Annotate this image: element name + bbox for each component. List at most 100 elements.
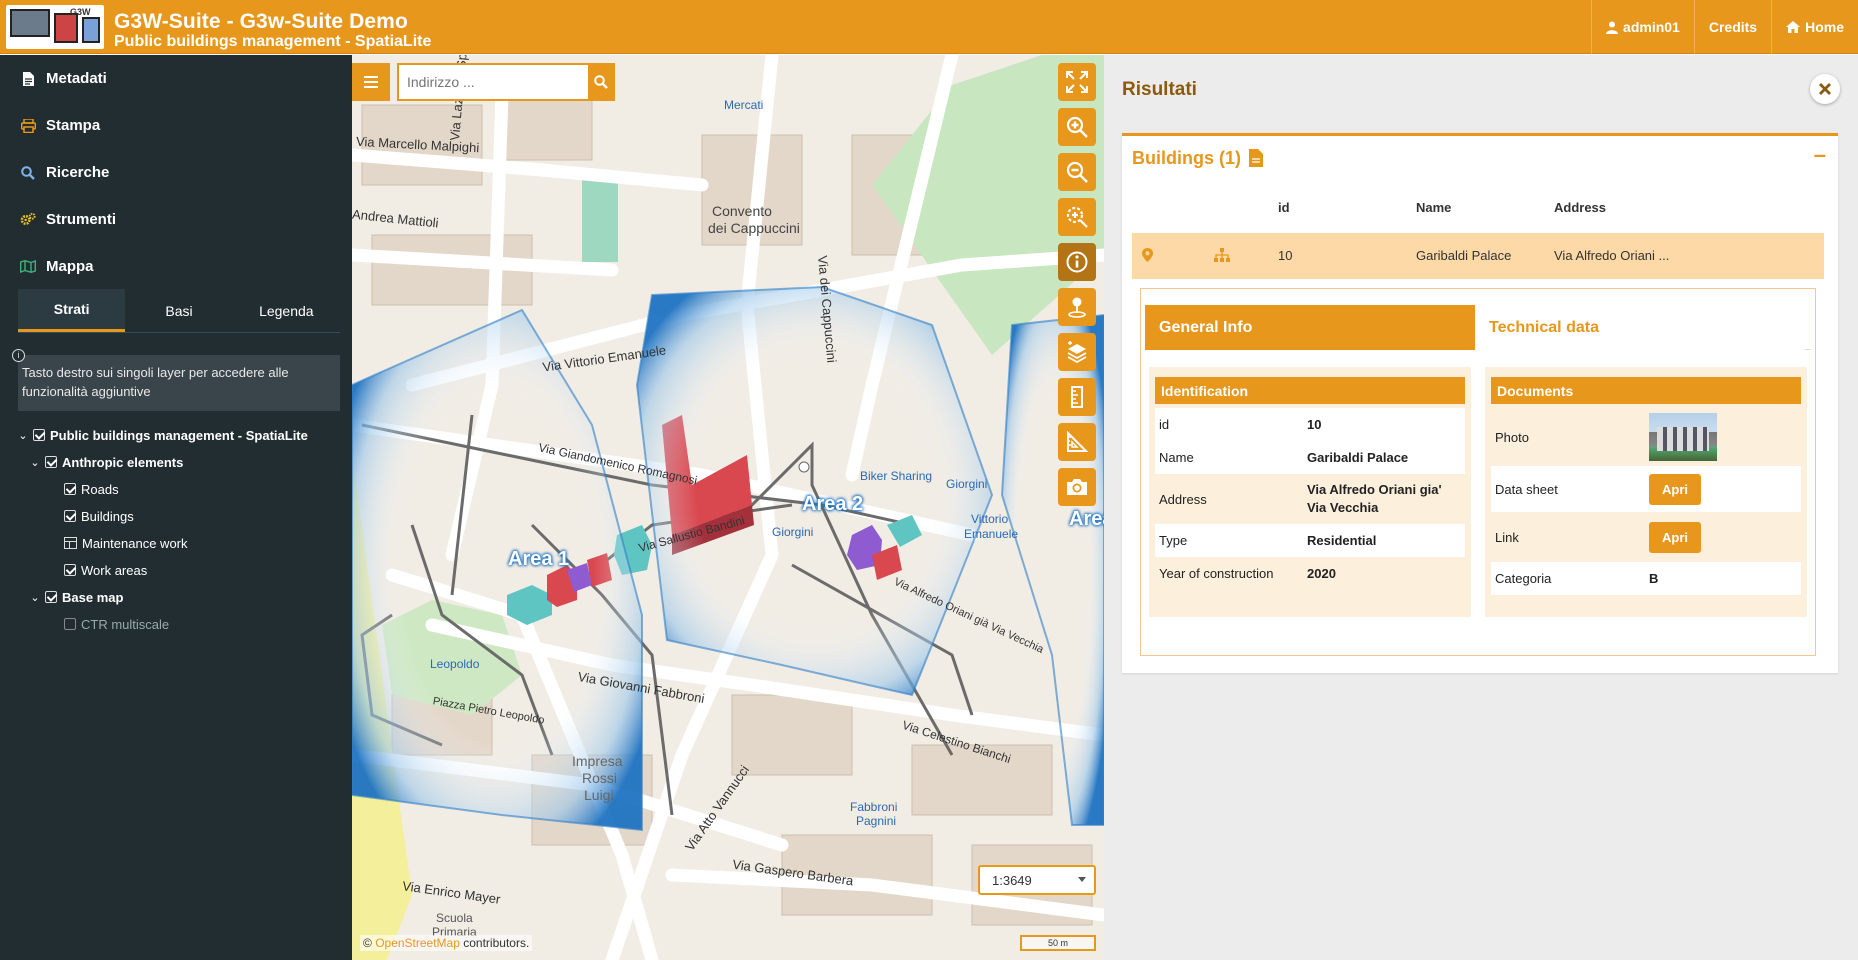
table-row[interactable]: 10 Garibaldi Palace Via Alfredo Oriani .… (1132, 233, 1824, 279)
building-photo[interactable] (1649, 413, 1717, 461)
address-search-button[interactable] (588, 65, 613, 99)
layer-checkbox[interactable] (45, 591, 57, 603)
ruler-icon (1071, 386, 1083, 408)
sidebar-item-stampa[interactable]: Stampa (0, 102, 352, 149)
screenshot-button[interactable] (1058, 468, 1096, 506)
tree-root[interactable]: ⌄ Public buildings management - SpatiaLi… (18, 424, 340, 446)
sidebar-item-ricerche[interactable]: Ricerche (0, 149, 352, 196)
map-label: Impresa (572, 753, 623, 769)
collapse-icon[interactable]: – (1814, 142, 1826, 168)
zoom-in-button[interactable] (1058, 108, 1096, 146)
field-row: id 10 (1155, 408, 1465, 441)
tab-strati[interactable]: Strati (18, 289, 126, 332)
user-menu[interactable]: admin01 (1591, 0, 1694, 54)
sidebar-item-metadati[interactable]: Metadati (0, 55, 352, 102)
map-canvas[interactable]: Via Marcello Malpighi Andrea Mattioli Vi… (352, 55, 1104, 960)
cell-address: Via Alfredo Oriani ... (1554, 248, 1670, 263)
field-row: Year of construction 2020 (1155, 557, 1465, 590)
close-results-button[interactable] (1810, 74, 1840, 104)
user-icon (1606, 21, 1619, 34)
chevron-down-icon[interactable]: ⌄ (30, 457, 40, 469)
tree-layer-maintenance[interactable]: Maintenance work (18, 532, 340, 554)
layer-checkbox[interactable] (64, 510, 76, 522)
layer-checkbox[interactable] (33, 429, 45, 441)
sidebar-toggle-button[interactable] (352, 63, 390, 101)
layer-checkbox[interactable] (64, 618, 76, 630)
map-label: Fabbroni (850, 800, 898, 814)
zoom-box-button[interactable] (1058, 198, 1096, 236)
measure-length-button[interactable] (1058, 378, 1096, 416)
tab-legenda[interactable]: Legenda (233, 289, 340, 332)
attribution-link[interactable]: OpenStreetMap (375, 936, 460, 950)
map-marker-icon[interactable] (1142, 248, 1153, 262)
zoom-out-button[interactable] (1058, 153, 1096, 191)
chevron-down-icon[interactable]: ⌄ (30, 592, 40, 604)
field-row: Address Via Alfredo Oriani gia' Via Vecc… (1155, 474, 1465, 524)
tree-layer-ctr[interactable]: CTR multiscale (18, 613, 340, 635)
attribution-prefix: © (363, 936, 372, 950)
tree-group-basemap[interactable]: ⌄ Base map (18, 586, 340, 608)
credits-link[interactable]: Credits (1693, 0, 1771, 54)
tree-layer-label: CTR multiscale (81, 616, 170, 632)
open-datasheet-button[interactable]: Apri (1649, 473, 1701, 505)
documents-header: Documents (1491, 377, 1801, 404)
measure-area-button[interactable] (1058, 423, 1096, 461)
layer-results-header[interactable]: Buildings (1) – (1122, 136, 1838, 180)
map-label: Convento (712, 203, 772, 219)
csv-file-icon[interactable] (1249, 149, 1263, 167)
app-header: G3W G3W-Suite - G3w-Suite Demo Public bu… (0, 0, 1858, 54)
map-label: Giorgini (772, 525, 814, 539)
chevron-down-icon[interactable]: ⌄ (18, 430, 28, 442)
scale-select[interactable]: 1:3649 (978, 865, 1096, 895)
home-link[interactable]: Home (1771, 0, 1858, 54)
home-label: Home (1805, 19, 1844, 35)
field-key: id (1159, 417, 1170, 432)
query-button[interactable] (1058, 243, 1096, 281)
user-name: admin01 (1623, 19, 1680, 35)
map-label: Rossi (582, 770, 618, 786)
gears-icon (20, 212, 36, 228)
area-label: Area 1 (508, 548, 570, 570)
tab-basi[interactable]: Basi (125, 289, 232, 332)
tree-group-anthropic[interactable]: ⌄ Anthropic elements (18, 451, 340, 473)
map-attribution: © OpenStreetMap contributors. (360, 935, 533, 951)
tree-layer-roads[interactable]: Roads (18, 478, 340, 500)
area-label: Area 2 (802, 493, 864, 515)
zoom-in-icon (1066, 116, 1088, 138)
address-search-input[interactable] (399, 65, 588, 99)
documents-group: Documents Photo Data sheet Apri Link Apr… (1485, 367, 1807, 617)
layer-checkbox[interactable] (64, 483, 76, 495)
file-icon (20, 71, 36, 87)
layers-query-button[interactable] (1058, 333, 1096, 371)
column-header-id: id (1278, 200, 1290, 215)
scale-value: 1:3649 (992, 872, 1032, 888)
open-link-button[interactable]: Apri (1649, 521, 1701, 553)
sidebar-item-mappa[interactable]: Mappa (0, 243, 352, 290)
sidebar-item-strumenti[interactable]: Strumenti (0, 196, 352, 243)
relations-icon[interactable] (1214, 248, 1230, 262)
scale-bar: 50 m (1020, 935, 1096, 951)
layer-checkbox[interactable] (64, 564, 76, 576)
field-key: Photo (1495, 429, 1529, 445)
tree-layer-buildings[interactable]: Buildings (18, 505, 340, 527)
results-panel: Risultati Buildings (1) – id Name Addres… (1104, 55, 1858, 960)
field-row: Data sheet Apri (1491, 466, 1801, 512)
identification-fields: id 10 Name Garibaldi Palace Address Via … (1155, 408, 1465, 590)
app-logo[interactable]: G3W (6, 5, 104, 49)
feature-detail: General Info Technical data Identificati… (1140, 288, 1816, 656)
tree-layer-work-areas[interactable]: Work areas (18, 559, 340, 581)
header-nav: admin01 Credits Home (1591, 0, 1858, 54)
map-label: Pagnini (856, 814, 897, 828)
field-value: Residential (1307, 532, 1377, 548)
tab-technical-data[interactable]: Technical data (1475, 305, 1805, 350)
identification-group: Identification id 10 Name Garibaldi Pala… (1149, 367, 1471, 617)
search-icon (20, 165, 36, 181)
layer-checkbox[interactable] (45, 456, 57, 468)
fullscreen-button[interactable] (1058, 63, 1096, 101)
tree-layer-label: Work areas (81, 562, 148, 578)
query-by-polygon-button[interactable] (1058, 288, 1096, 326)
tab-general-info[interactable]: General Info (1145, 305, 1475, 350)
map-label: dei Cappuccini (708, 220, 800, 236)
results-title: Risultati (1122, 79, 1197, 100)
tree-root-label: Public buildings management - SpatiaLite (50, 427, 308, 443)
